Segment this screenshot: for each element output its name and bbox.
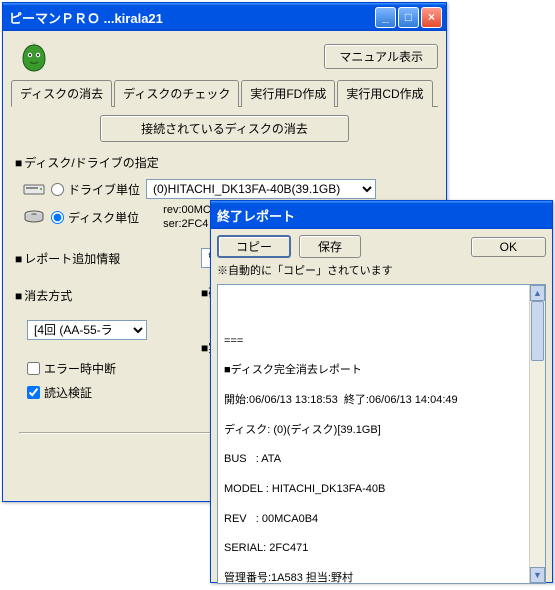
check-verify-input[interactable] <box>27 386 40 399</box>
report-textarea[interactable]: === ■ディスク完全消去レポート 開始:06/06/13 13:18:53 終… <box>217 284 546 584</box>
rev-info: rev:00MC ser:2FC4 <box>163 203 211 232</box>
tab-cd[interactable]: 実行用CD作成 <box>337 80 432 107</box>
report-scrollbar[interactable]: ▲ ▼ <box>529 285 545 583</box>
tab-bar: ディスクの消去 ディスクのチェック 実行用FD作成 実行用CD作成 <box>11 79 438 107</box>
scroll-thumb[interactable] <box>531 301 544 361</box>
scroll-down-icon[interactable]: ▼ <box>530 567 545 583</box>
manual-button[interactable]: マニュアル表示 <box>324 44 438 69</box>
tab-fd[interactable]: 実行用FD作成 <box>241 80 335 107</box>
report-titlebar[interactable]: 終了レポート <box>211 201 552 229</box>
main-titlebar[interactable]: ピーマンＰＲＯ ...kirala21 _ □ × <box>3 3 446 31</box>
maximize-button[interactable]: □ <box>398 7 419 28</box>
radio-drive-unit[interactable]: ドライブ単位 <box>51 181 140 198</box>
disk-icon <box>23 209 45 225</box>
method-select[interactable]: [4回 (AA-55-ラ <box>27 320 147 340</box>
check-abort-input[interactable] <box>27 362 40 375</box>
tab-check[interactable]: ディスクのチェック <box>114 80 239 107</box>
save-button[interactable]: 保存 <box>299 235 361 258</box>
report-title: 終了レポート <box>217 206 548 225</box>
report-content: === ■ディスク完全消去レポート 開始:06/06/13 13:18:53 終… <box>224 319 539 584</box>
scroll-up-icon[interactable]: ▲ <box>530 285 545 301</box>
erase-connected-button[interactable]: 接続されているディスクの消去 <box>100 115 349 142</box>
check-read-verify[interactable]: 読込検証 <box>27 384 92 401</box>
radio-disk-input[interactable] <box>51 211 64 224</box>
drive-select[interactable]: (0)HITACHI_DK13FA-40B(39.1GB) <box>146 179 376 199</box>
ok-button[interactable]: OK <box>471 237 546 257</box>
section-disk-spec: ディスク/ドライブの指定 <box>15 154 438 171</box>
minimize-button[interactable]: _ <box>375 7 396 28</box>
auto-copy-note: ※自動的に「コピー」されています <box>217 262 546 278</box>
report-body: コピー 保存 OK ※自動的に「コピー」されています === ■ディスク完全消去… <box>211 229 552 590</box>
copy-button[interactable]: コピー <box>217 235 291 258</box>
app-logo-icon <box>17 39 51 73</box>
section-erase-method: 消去方式 <box>15 287 201 304</box>
report-window: 終了レポート コピー 保存 OK ※自動的に「コピー」されています === ■デ… <box>210 200 553 583</box>
close-button[interactable]: × <box>421 7 442 28</box>
tab-erase[interactable]: ディスクの消去 <box>11 80 112 107</box>
main-title: ピーマンＰＲＯ ...kirala21 <box>9 8 375 27</box>
drive-icon <box>23 181 45 197</box>
check-abort-on-error[interactable]: エラー時中断 <box>27 360 116 377</box>
radio-disk-unit[interactable]: ディスク単位 <box>51 209 139 226</box>
window-controls: _ □ × <box>375 7 442 28</box>
section-report-add: レポート追加情報 <box>15 250 201 267</box>
radio-drive-input[interactable] <box>51 183 64 196</box>
